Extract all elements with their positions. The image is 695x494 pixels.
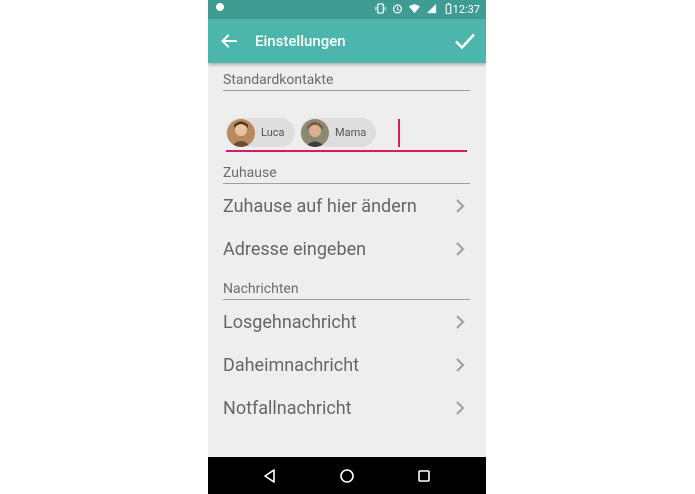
chevron-right-icon — [456, 242, 465, 256]
section-header-contacts: Standardkontakte — [223, 72, 470, 91]
contacts-chip-input[interactable]: Luca Mama — [226, 117, 467, 152]
vibrate-icon — [375, 3, 386, 14]
status-time: 12:37 — [452, 3, 480, 16]
message-item-departure[interactable]: Losgehnachricht — [208, 301, 486, 343]
status-icons — [375, 3, 454, 14]
page-title: Einstellungen — [255, 32, 346, 50]
message-item-arrived-home[interactable]: Daheimnachricht — [208, 344, 486, 386]
notification-icon — [216, 3, 224, 11]
avatar — [301, 118, 329, 147]
system-nav-bar — [208, 457, 486, 494]
chevron-right-icon — [456, 358, 465, 372]
signal-icon — [426, 3, 437, 14]
section-header-home: Zuhause — [223, 165, 470, 184]
list-item-label: Losgehnachricht — [223, 312, 357, 333]
avatar — [227, 118, 255, 147]
confirm-check-icon[interactable] — [454, 30, 476, 52]
contact-chip-label: Luca — [261, 126, 285, 139]
back-arrow-icon[interactable] — [220, 32, 238, 50]
chevron-right-icon — [456, 315, 465, 329]
text-cursor — [398, 119, 400, 147]
alarm-icon — [392, 4, 403, 14]
list-item-label: Zuhause auf hier ändern — [223, 196, 417, 217]
wifi-icon — [409, 4, 420, 14]
nav-back-icon[interactable] — [261, 467, 279, 485]
app-bar: Einstellungen — [208, 19, 486, 63]
home-item-set-here[interactable]: Zuhause auf hier ändern — [208, 185, 486, 227]
nav-home-icon[interactable] — [338, 467, 356, 485]
list-item-label: Daheimnachricht — [223, 355, 359, 376]
chevron-right-icon — [456, 199, 465, 213]
contact-chip-label: Mama — [335, 126, 367, 139]
chevron-right-icon — [456, 401, 465, 415]
contact-chip-luca[interactable]: Luca — [226, 118, 295, 147]
section-header-messages: Nachrichten — [223, 281, 470, 300]
status-bar: 12:37 — [208, 0, 486, 19]
home-item-enter-address[interactable]: Adresse eingeben — [208, 228, 486, 270]
list-item-label: Adresse eingeben — [223, 239, 367, 260]
message-item-emergency[interactable]: Notfallnachricht — [208, 387, 486, 429]
list-item-label: Notfallnachricht — [223, 398, 352, 419]
contact-chip-mama[interactable]: Mama — [300, 118, 377, 147]
phone-screen: 12:37 Einstellungen Standardkontakte Luc… — [208, 0, 486, 494]
nav-recents-icon[interactable] — [415, 467, 433, 485]
